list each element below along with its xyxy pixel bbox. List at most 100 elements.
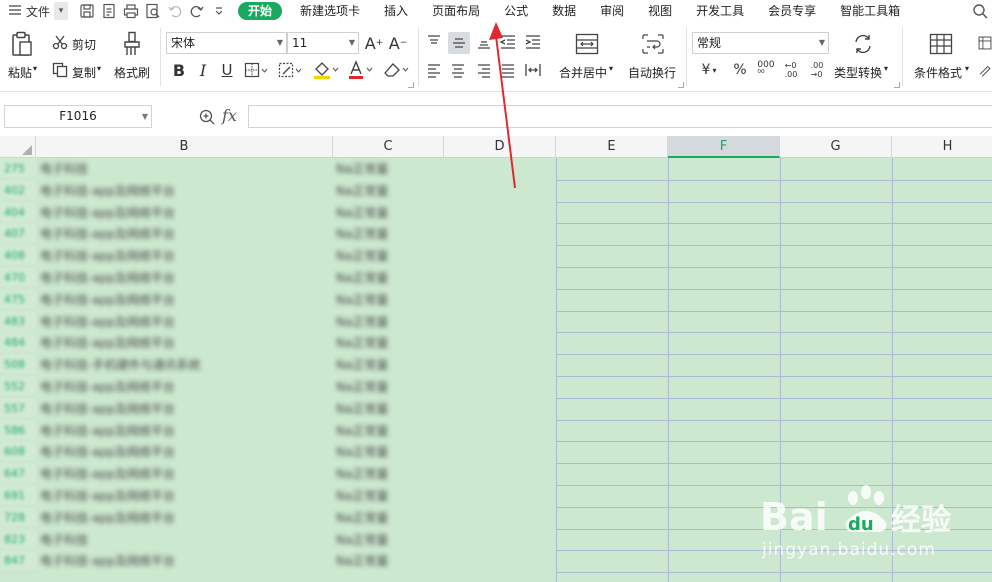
redo-icon[interactable] (186, 1, 208, 21)
column-header-g[interactable]: G (780, 136, 892, 158)
row-header[interactable]: 823 (0, 529, 36, 551)
row-header[interactable]: 557 (0, 398, 36, 420)
cell-b[interactable]: 电子科技-app及网络平台 (40, 376, 330, 398)
font-name-select[interactable]: 宋体 ▼ (166, 32, 287, 54)
tab-formulas[interactable]: 公式 (492, 0, 540, 22)
row-header[interactable]: 608 (0, 441, 36, 463)
column-header-f[interactable]: F (668, 136, 780, 158)
copy-button[interactable]: 复制 (72, 64, 96, 81)
column-header-d[interactable]: D (444, 136, 556, 158)
row-header[interactable]: 508 (0, 354, 36, 376)
cell-c[interactable]: Na正常量 (336, 180, 442, 202)
row-header[interactable]: 402 (0, 180, 36, 202)
formula-input[interactable] (248, 105, 992, 128)
cell-b[interactable]: 电子科技-app及网络平台 (40, 420, 330, 442)
row-header[interactable]: 484 (0, 332, 36, 354)
conditional-format-button[interactable]: 条件格式 (914, 64, 962, 81)
export-pdf-icon[interactable] (98, 1, 120, 21)
table-style-icon[interactable] (978, 32, 992, 54)
cell-c[interactable]: Na正常量 (336, 463, 442, 485)
decrease-decimal-icon[interactable]: .00 →0 (806, 60, 828, 80)
format-painter-button[interactable]: 格式刷 (114, 64, 150, 81)
cell-c[interactable]: Na正常量 (336, 507, 442, 529)
cell-b[interactable]: 电子科技-app及网络平台 (40, 202, 330, 224)
bold-icon[interactable]: B (170, 60, 188, 80)
alignment-dialog-launcher[interactable] (678, 82, 684, 88)
insert-function-icon[interactable]: fx (222, 106, 237, 125)
chevron-down-icon[interactable]: ▾ (54, 2, 69, 20)
cell-b[interactable]: 电子科技-app及网络平台 (40, 267, 330, 289)
tab-insert[interactable]: 插入 (372, 0, 420, 22)
cell-c[interactable]: Na正常量 (336, 420, 442, 442)
cell-c[interactable]: Na正常量 (336, 311, 442, 333)
cell-b[interactable]: 电子科技-app及网络平台 (40, 180, 330, 202)
copy-dropdown-icon[interactable]: ▾ (97, 64, 101, 73)
row-header[interactable]: 586 (0, 420, 36, 442)
cell-b[interactable]: 电子科技-app及网络平台 (40, 311, 330, 333)
row-header[interactable]: 404 (0, 202, 36, 224)
cell-b[interactable]: 电子科技 (40, 529, 330, 551)
cell-c[interactable]: Na正常量 (336, 550, 442, 572)
align-right-icon[interactable] (474, 60, 494, 80)
row-header[interactable]: 407 (0, 223, 36, 245)
cell-c[interactable]: Na正常量 (336, 245, 442, 267)
column-header-b[interactable]: B (36, 136, 333, 158)
cell-b[interactable]: 电子科技-app及网络平台 (40, 507, 330, 529)
align-center-icon[interactable] (448, 60, 468, 80)
save-icon[interactable] (76, 1, 98, 21)
tab-smart-toolbox[interactable]: 智能工具箱 (828, 0, 912, 22)
wrap-text-button[interactable]: 自动换行 (628, 64, 676, 81)
align-middle-icon[interactable] (448, 32, 470, 54)
search-icon[interactable] (972, 3, 988, 22)
row-header[interactable]: 408 (0, 245, 36, 267)
cell-c[interactable]: Na正常量 (336, 441, 442, 463)
underline-icon[interactable]: U (218, 60, 236, 80)
row-header[interactable]: 483 (0, 311, 36, 333)
align-left-icon[interactable] (424, 60, 444, 80)
fill-color-icon[interactable] (311, 60, 341, 80)
justify-icon[interactable] (498, 60, 518, 80)
cell-c[interactable]: Na正常量 (336, 289, 442, 311)
row-header[interactable]: 647 (0, 463, 36, 485)
align-bottom-icon[interactable] (474, 32, 494, 52)
merge-dropdown-icon[interactable]: ▾ (609, 64, 613, 73)
borders-icon[interactable] (243, 61, 269, 79)
column-header-h[interactable]: H (892, 136, 992, 158)
file-menu[interactable]: 文件 ▾ (0, 0, 69, 22)
paste-dropdown-icon[interactable]: ▾ (33, 64, 37, 73)
merge-center-button[interactable]: 合并居中 (559, 64, 607, 81)
undo-icon[interactable] (164, 1, 186, 21)
print-icon[interactable] (120, 1, 142, 21)
row-header[interactable]: 691 (0, 485, 36, 507)
cell-c[interactable]: Na正常量 (336, 223, 442, 245)
decrease-indent-icon[interactable] (498, 32, 518, 52)
row-header[interactable]: 728 (0, 507, 36, 529)
tab-review[interactable]: 审阅 (588, 0, 636, 22)
cell-b[interactable]: 电子科技-app及网络平台 (40, 463, 330, 485)
cell-b[interactable]: 电子科技 (40, 158, 330, 180)
increase-font-icon[interactable]: A + (364, 32, 384, 54)
row-header[interactable]: 275 (0, 158, 36, 180)
row-header[interactable]: 470 (0, 267, 36, 289)
cell-c[interactable]: Na正常量 (336, 202, 442, 224)
align-top-icon[interactable] (424, 32, 444, 52)
increase-decimal-icon[interactable]: ←0.00 (780, 60, 802, 80)
format-painter-icon[interactable] (120, 30, 144, 58)
cell-b[interactable]: 电子科技-app及网络平台 (40, 550, 330, 572)
cell-c[interactable]: Na正常量 (336, 398, 442, 420)
thousands-separator-icon[interactable]: 000 ⁰⁰ (755, 60, 777, 80)
cut-button[interactable]: 剪切 (72, 36, 96, 53)
cell-b[interactable]: 电子科技-app及网络平台 (40, 289, 330, 311)
customize-toolbar-icon[interactable] (208, 1, 230, 21)
cell-b[interactable]: 电子科技-app及网络平台 (40, 398, 330, 420)
tab-view[interactable]: 视图 (636, 0, 684, 22)
conditional-format-dropdown-icon[interactable]: ▾ (965, 64, 969, 73)
currency-icon[interactable]: ¥ ▾ (696, 60, 722, 80)
number-dialog-launcher[interactable] (894, 82, 900, 88)
print-preview-icon[interactable] (142, 1, 164, 21)
number-format-select[interactable]: 常规 ▼ (692, 32, 829, 54)
cell-b[interactable]: 电子科技-app及网络平台 (40, 441, 330, 463)
clear-format-icon[interactable] (381, 60, 411, 80)
type-convert-dropdown-icon[interactable]: ▾ (884, 64, 888, 73)
increase-indent-icon[interactable] (523, 32, 543, 52)
